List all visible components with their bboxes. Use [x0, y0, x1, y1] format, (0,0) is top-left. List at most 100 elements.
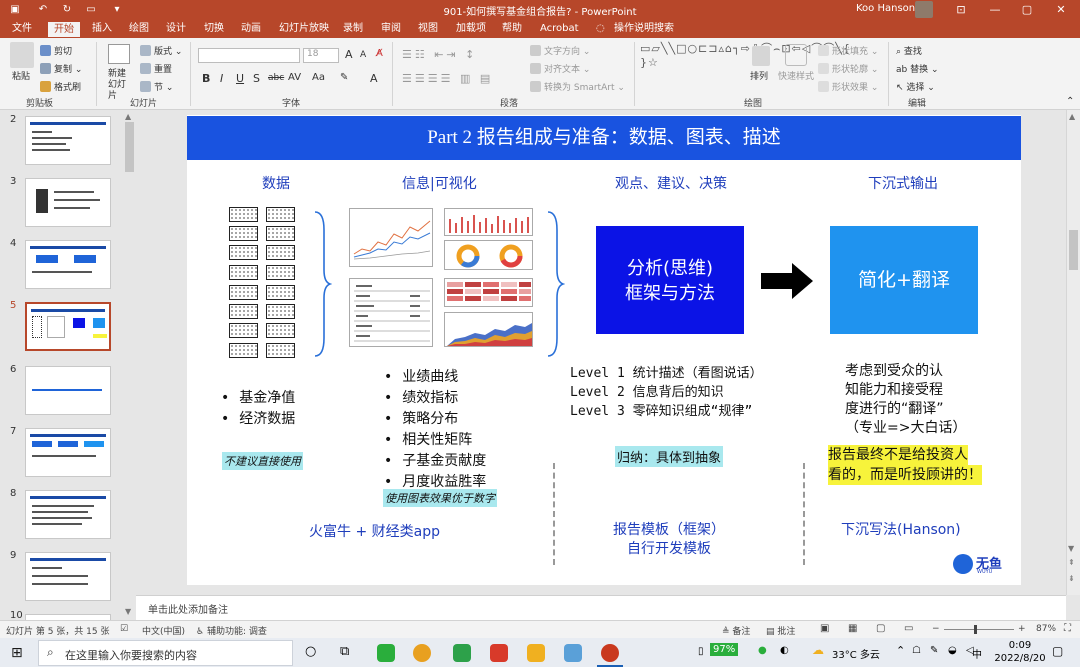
app-icon-green[interactable]	[453, 644, 471, 662]
arrange-button[interactable]: 排列	[750, 69, 768, 82]
tab-acrobat[interactable]: Acrobat	[540, 22, 579, 37]
shrink-font-button[interactable]: A	[360, 50, 366, 60]
tab-animations[interactable]: 动画	[241, 22, 261, 37]
weather-icon[interactable]: ☁	[812, 643, 824, 657]
scroll-up-icon[interactable]: ▲	[1069, 112, 1075, 121]
shapes-gallery[interactable]: ▭▱╲╲□○⊏⊐▵⌂┐⇨⇩⌒⌢⊡⇦◁⌒⌒╲{ }☆	[640, 42, 850, 88]
tab-transitions[interactable]: 切换	[204, 22, 224, 37]
pen-tray-icon[interactable]: ✎	[930, 645, 938, 656]
tray-chevron-icon[interactable]: ⌃	[896, 644, 905, 657]
user-name[interactable]: Koo Hanson	[856, 3, 915, 14]
scroll-up-icon[interactable]: ▲	[125, 112, 131, 121]
section-button[interactable]: 节 ⌄	[140, 80, 173, 93]
zoom-slider-thumb[interactable]	[974, 625, 977, 634]
scroll-down-icon[interactable]: ▼	[125, 607, 131, 616]
close-button[interactable]: ✕	[1046, 0, 1076, 19]
simplify-translate-box[interactable]: 简化+翻译	[830, 226, 978, 334]
tab-view[interactable]: 视图	[418, 22, 438, 37]
tray-icon[interactable]: ☖	[912, 645, 921, 656]
accessibility-indicator[interactable]: ♿ 辅助功能: 调查	[196, 624, 267, 637]
prev-slide-icon[interactable]: ⇞	[1068, 558, 1075, 567]
tab-record[interactable]: 录制	[343, 22, 363, 37]
zoom-out-button[interactable]: −	[932, 624, 940, 634]
font-size-field[interactable]: 18	[303, 48, 339, 63]
editor-scrollbar[interactable]: ▲ ▼ ⇞ ⇟	[1066, 110, 1080, 595]
thumbnail-slide-2[interactable]	[25, 116, 111, 165]
powerpoint-taskbar-icon[interactable]	[601, 644, 619, 662]
network-icon[interactable]: ◒	[948, 645, 957, 656]
battery-level[interactable]: 97%	[710, 643, 739, 656]
arrange-icon[interactable]	[752, 46, 770, 66]
zoom-level[interactable]: 87%	[1036, 624, 1056, 634]
tab-review[interactable]: 审阅	[381, 22, 401, 37]
slide-sorter-icon[interactable]: ▦	[848, 623, 857, 634]
scroll-thumb[interactable]	[125, 122, 134, 172]
strikethrough-button[interactable]: abc	[268, 73, 284, 83]
list-buttons[interactable]: ☰☷ ⇤⇥ ↕	[402, 48, 477, 61]
zoom-in-button[interactable]: +	[1018, 624, 1026, 634]
next-slide-icon[interactable]: ⇟	[1068, 574, 1075, 583]
search-placeholder[interactable]: 在这里输入你要搜索的内容	[65, 647, 197, 663]
tell-me-search[interactable]: 操作说明搜索	[614, 22, 674, 37]
tray-app-icon[interactable]: ●	[758, 645, 767, 656]
tab-slideshow[interactable]: 幻灯片放映	[279, 22, 329, 37]
avatar[interactable]	[915, 1, 933, 18]
quick-styles-button[interactable]: 快速样式	[778, 69, 814, 82]
quick-styles-icon[interactable]	[785, 44, 807, 66]
clear-format-icon[interactable]: A̸	[376, 48, 383, 59]
shape-fill-button[interactable]: 形状填充 ⌄	[818, 44, 878, 57]
change-case-button[interactable]: Aa	[312, 72, 325, 83]
fit-slide-icon[interactable]: ⛶	[1064, 623, 1071, 634]
slideshow-icon[interactable]: ▭	[904, 623, 913, 634]
current-slide[interactable]: Part 2 报告组成与准备：数据、图表、描述 数据 信息|可视化 观点、建议、…	[187, 115, 1021, 585]
bold-button[interactable]: B	[202, 72, 210, 85]
notification-icon[interactable]: ▢	[1052, 644, 1063, 658]
paste-button[interactable]: 粘贴	[12, 69, 30, 82]
zoom-slider[interactable]	[944, 629, 1014, 630]
align-text-button[interactable]: 对齐文本 ⌄	[530, 62, 590, 75]
minimize-button[interactable]: —	[980, 0, 1010, 19]
tab-file[interactable]: 文件	[12, 22, 32, 37]
scroll-thumb[interactable]	[1069, 230, 1078, 270]
spelling-icon[interactable]: ☑	[120, 624, 128, 634]
thumbnail-slide-7[interactable]	[25, 428, 111, 477]
tab-addins[interactable]: 加载项	[456, 22, 486, 37]
restore-button[interactable]: ▢	[1012, 0, 1042, 19]
smartart-button[interactable]: 转换为 SmartArt ⌄	[530, 80, 625, 93]
wechat-icon[interactable]	[377, 644, 395, 662]
analysis-framework-box[interactable]: 分析(思维) 框架与方法	[596, 226, 744, 334]
find-button[interactable]: ⌕ 查找	[896, 44, 922, 57]
task-view-icon[interactable]: ⧉	[340, 644, 349, 659]
notes-pane[interactable]: 单击此处添加备注	[136, 595, 1066, 620]
app-icon-blue[interactable]	[564, 644, 582, 662]
tray-app-icon[interactable]: ◐	[780, 645, 789, 656]
underline-button[interactable]: U	[236, 72, 244, 85]
notes-placeholder[interactable]: 单击此处添加备注	[148, 601, 228, 616]
char-spacing-button[interactable]: AV	[288, 72, 301, 83]
font-name-field[interactable]	[198, 48, 300, 63]
weather-text[interactable]: 33°C 多云	[832, 646, 880, 661]
chrome-icon[interactable]	[413, 644, 431, 662]
scroll-down-icon[interactable]: ▼	[1068, 544, 1074, 553]
tab-home[interactable]: 开始	[48, 22, 80, 37]
layout-button[interactable]: 版式 ⌄	[140, 44, 182, 57]
folder-icon[interactable]	[527, 644, 545, 662]
cut-button[interactable]: 剪切	[40, 44, 72, 57]
reset-button[interactable]: 重置	[140, 62, 172, 75]
language-indicator[interactable]: 中文(中国)	[142, 624, 185, 637]
new-slide-icon[interactable]	[108, 44, 130, 64]
shape-effects-button[interactable]: 形状效果 ⌄	[818, 80, 878, 93]
grow-font-button[interactable]: A	[345, 48, 353, 61]
tab-help[interactable]: 帮助	[502, 22, 522, 37]
new-slide-button[interactable]: 新建幻灯片	[108, 69, 128, 102]
copy-button[interactable]: 复制 ⌄	[40, 62, 82, 75]
select-button[interactable]: ↖ 选择 ⌄	[896, 80, 935, 93]
thumbnail-slide-4[interactable]	[25, 240, 111, 289]
highlight-color-icon[interactable]: ✎	[340, 72, 348, 83]
xmind-icon[interactable]	[490, 644, 508, 662]
comments-toggle[interactable]: ▤ 批注	[766, 624, 795, 637]
ime-indicator[interactable]: 中	[972, 646, 982, 661]
notes-toggle[interactable]: ≜ 备注	[722, 624, 750, 637]
replace-button[interactable]: ab 替换 ⌄	[896, 62, 939, 75]
format-painter-button[interactable]: 格式刷	[40, 80, 81, 93]
